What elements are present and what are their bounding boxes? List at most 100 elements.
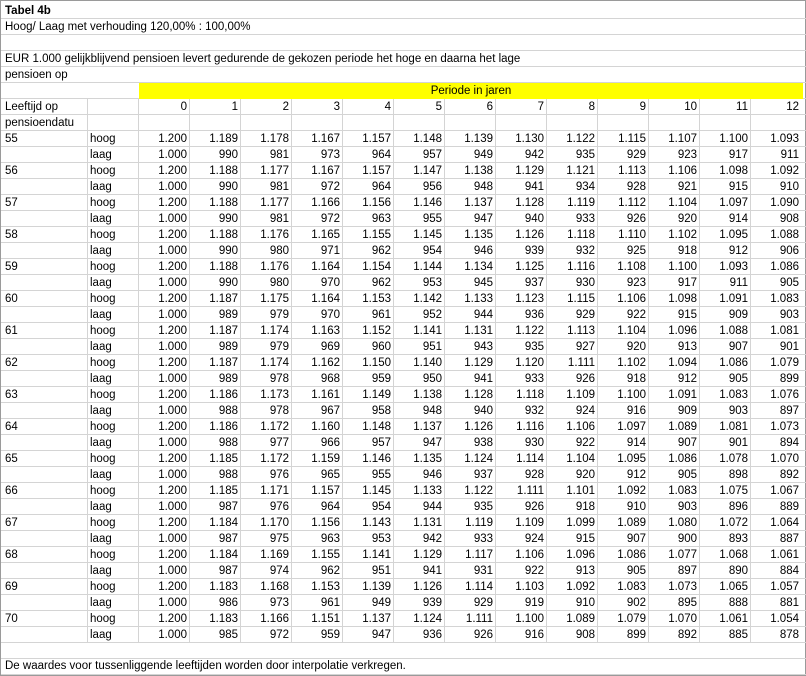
value-cell: 1.000 bbox=[158, 149, 187, 161]
value-cell: 979 bbox=[269, 341, 289, 353]
value-cell: 932 bbox=[524, 405, 544, 417]
value-cell: 903 bbox=[728, 405, 748, 417]
value-cell: 941 bbox=[524, 181, 544, 193]
value-cell: 1.200 bbox=[158, 325, 187, 337]
value-cell: 958 bbox=[371, 405, 391, 417]
value-cell: 951 bbox=[371, 565, 391, 577]
value-cell: 1.114 bbox=[516, 453, 544, 465]
value-cell: 915 bbox=[677, 309, 697, 321]
value-cell: 924 bbox=[524, 533, 544, 545]
value-cell: 1.000 bbox=[158, 373, 187, 385]
value-cell: 905 bbox=[626, 565, 646, 577]
value-cell: 912 bbox=[728, 245, 748, 257]
value-cell: 922 bbox=[626, 309, 646, 321]
value-cell: 1.073 bbox=[770, 421, 799, 433]
value-cell: 959 bbox=[320, 629, 340, 641]
value-cell: 1.200 bbox=[158, 613, 187, 625]
value-cell: 1.171 bbox=[260, 485, 289, 497]
value-cell: 1.088 bbox=[719, 325, 748, 337]
value-cell: 1.106 bbox=[617, 293, 646, 305]
value-cell: 976 bbox=[269, 501, 289, 513]
value-cell: 1.092 bbox=[566, 581, 595, 593]
age-cell: 65 bbox=[5, 453, 18, 465]
value-cell: 986 bbox=[218, 597, 238, 609]
value-cell: 1.000 bbox=[158, 469, 187, 481]
value-cell: 903 bbox=[677, 501, 697, 513]
value-cell: 1.093 bbox=[770, 133, 799, 145]
value-cell: 926 bbox=[575, 373, 595, 385]
value-cell: 1.166 bbox=[260, 613, 289, 625]
value-cell: 1.172 bbox=[260, 421, 289, 433]
value-cell: 1.200 bbox=[158, 453, 187, 465]
value-cell: 1.174 bbox=[260, 357, 289, 369]
value-cell: 892 bbox=[677, 629, 697, 641]
value-cell: 1.160 bbox=[311, 421, 340, 433]
age-cell: 62 bbox=[5, 357, 18, 369]
value-cell: 1.200 bbox=[158, 549, 187, 561]
value-cell: 1.146 bbox=[362, 453, 391, 465]
value-cell: 889 bbox=[779, 501, 799, 513]
value-cell: 1.000 bbox=[158, 245, 187, 257]
period-3: 3 bbox=[333, 101, 340, 113]
value-cell: 911 bbox=[729, 277, 748, 289]
value-cell: 913 bbox=[677, 341, 697, 353]
value-cell: 1.123 bbox=[515, 293, 544, 305]
value-cell: 938 bbox=[473, 437, 493, 449]
value-cell: 912 bbox=[626, 469, 646, 481]
value-cell: 942 bbox=[422, 533, 442, 545]
value-cell: 962 bbox=[371, 277, 391, 289]
value-cell: 1.153 bbox=[362, 293, 391, 305]
value-cell: 1.156 bbox=[362, 197, 391, 209]
value-cell: 1.100 bbox=[515, 613, 544, 625]
value-cell: 988 bbox=[218, 405, 238, 417]
value-cell: 927 bbox=[575, 341, 595, 353]
age-cell: 67 bbox=[5, 517, 18, 529]
hoog-label: hoog bbox=[90, 165, 116, 177]
value-cell: 947 bbox=[473, 213, 493, 225]
value-cell: 915 bbox=[728, 181, 748, 193]
laag-label: laag bbox=[90, 501, 112, 513]
value-cell: 1.103 bbox=[515, 581, 544, 593]
value-cell: 1.122 bbox=[566, 133, 595, 145]
value-cell: 910 bbox=[626, 501, 646, 513]
value-cell: 903 bbox=[779, 309, 799, 321]
value-cell: 1.118 bbox=[516, 389, 544, 401]
value-cell: 1.083 bbox=[770, 293, 799, 305]
age-header-line-2: pensioendatu bbox=[5, 117, 75, 129]
value-cell: 1.095 bbox=[617, 453, 646, 465]
value-cell: 1.200 bbox=[158, 133, 187, 145]
value-cell: 914 bbox=[626, 437, 646, 449]
period-0: 0 bbox=[180, 101, 187, 113]
value-cell: 917 bbox=[728, 149, 748, 161]
value-cell: 921 bbox=[677, 181, 697, 193]
value-cell: 1.110 bbox=[618, 229, 646, 241]
value-cell: 963 bbox=[320, 533, 340, 545]
value-cell: 953 bbox=[371, 533, 391, 545]
value-cell: 918 bbox=[626, 373, 646, 385]
hoog-label: hoog bbox=[90, 421, 116, 433]
period-6: 6 bbox=[486, 101, 493, 113]
value-cell: 1.131 bbox=[413, 517, 442, 529]
value-cell: 930 bbox=[524, 437, 544, 449]
value-cell: 1.000 bbox=[158, 501, 187, 513]
value-cell: 928 bbox=[524, 469, 544, 481]
spreadsheet[interactable]: Tabel 4b Hoog/ Laag met verhouding 120,0… bbox=[0, 0, 806, 676]
value-cell: 1.111 bbox=[567, 357, 595, 369]
value-cell: 1.154 bbox=[362, 261, 391, 273]
value-cell: 1.126 bbox=[515, 229, 544, 241]
value-cell: 1.200 bbox=[158, 165, 187, 177]
value-cell: 976 bbox=[269, 469, 289, 481]
value-cell: 914 bbox=[728, 213, 748, 225]
value-cell: 1.106 bbox=[566, 421, 595, 433]
value-cell: 1.088 bbox=[770, 229, 799, 241]
value-cell: 1.086 bbox=[719, 357, 748, 369]
period-8: 8 bbox=[588, 101, 595, 113]
value-cell: 1.145 bbox=[362, 485, 391, 497]
value-cell: 1.186 bbox=[209, 389, 238, 401]
value-cell: 1.119 bbox=[567, 197, 595, 209]
value-cell: 1.163 bbox=[311, 325, 340, 337]
value-cell: 1.124 bbox=[413, 613, 442, 625]
value-cell: 1.079 bbox=[617, 613, 646, 625]
value-cell: 969 bbox=[320, 341, 340, 353]
value-cell: 1.119 bbox=[465, 517, 493, 529]
